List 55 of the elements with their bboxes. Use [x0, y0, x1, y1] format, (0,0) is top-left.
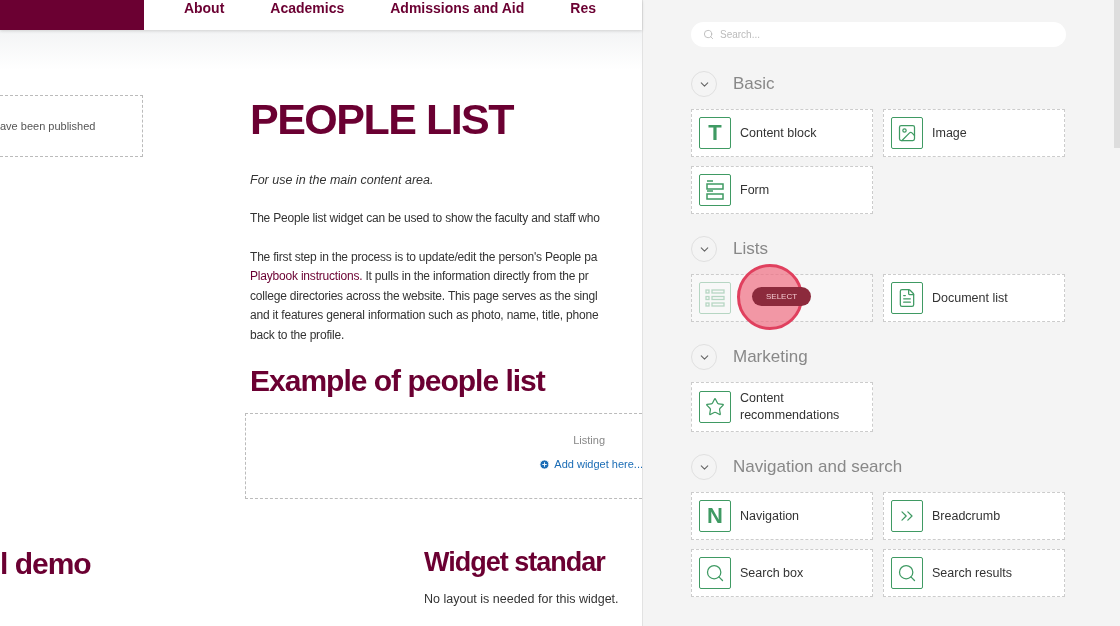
image-icon — [891, 117, 923, 149]
add-widget-link[interactable]: Add widget here... — [539, 458, 643, 470]
collapse-toggle[interactable] — [691, 236, 717, 262]
letter-icon: N — [699, 500, 731, 532]
section-title: Navigation and search — [733, 457, 903, 477]
zone-label: Listing — [573, 434, 605, 446]
section-heading: Widget standar — [424, 546, 607, 579]
letter-icon: T — [699, 117, 731, 149]
collapse-toggle[interactable] — [691, 454, 717, 480]
page-title: PEOPLE LIST — [250, 95, 514, 143]
search-icon — [703, 29, 714, 40]
paragraph: The first step in the process is to update/edit the person's People pa Playbook instructions. It pulls in the information directly from the pr college directories across the website. This page serves as the singl and it features general information such as photo, name, title, phone back to the profile. — [250, 248, 599, 344]
widget-card[interactable]: Document list — [883, 274, 1065, 322]
plus-icon — [539, 458, 551, 470]
widget-label: Navigation — [740, 507, 800, 525]
collapse-toggle[interactable] — [691, 344, 717, 370]
widget-card[interactable]: Form — [691, 166, 873, 214]
widget-label: Form — [740, 181, 770, 199]
section-heading: l demo — [0, 546, 92, 582]
widget-card[interactable]: Image — [883, 109, 1065, 157]
section-title: Marketing — [733, 347, 808, 367]
widget-card[interactable]: Search box — [691, 549, 873, 597]
select-button[interactable]: SELECT — [752, 287, 812, 306]
widget-label: Image — [932, 124, 967, 142]
nav-link[interactable]: About — [183, 0, 225, 16]
widget-card[interactable]: Breadcrumb — [883, 492, 1065, 540]
section-heading: Example of people list — [250, 363, 545, 399]
playbook-link[interactable]: Playbook instructions. — [250, 269, 363, 283]
collapse-toggle[interactable] — [691, 71, 717, 97]
widget-label: Document list — [932, 289, 1008, 307]
zone-text: ave been published — [0, 120, 96, 132]
nav-link[interactable]: Admissions and Aid — [390, 0, 525, 16]
intro-text: For use in the main content area. — [250, 173, 434, 187]
widget-card[interactable]: N Navigation — [691, 492, 873, 540]
widget-label: Breadcrumb — [932, 507, 1001, 525]
list-icon — [699, 282, 731, 314]
paragraph: The People list widget can be used to show the faculty and staff who — [250, 210, 600, 227]
widget-card[interactable]: Search results — [883, 549, 1065, 597]
section-title: Basic — [733, 74, 775, 94]
document-icon — [891, 282, 923, 314]
widget-label: Content block — [740, 124, 817, 142]
nav-link[interactable]: Academics — [270, 0, 345, 16]
form-icon — [699, 174, 731, 206]
widget-label: Search box — [740, 564, 804, 582]
body-text: No layout is needed for this widget. — [424, 592, 620, 606]
search-icon — [891, 557, 923, 589]
widget-label: Search results — [932, 564, 1012, 582]
widget-card[interactable]: Content recommendations — [691, 382, 873, 432]
section-title: Lists — [733, 239, 768, 259]
nav-link[interactable]: Res — [570, 0, 596, 16]
chevrons-icon — [891, 500, 923, 532]
search-field[interactable]: Search... — [691, 22, 1066, 47]
search-icon — [699, 557, 731, 589]
widget-card[interactable]: T Content block — [691, 109, 873, 157]
widget-label: Content recommendations — [740, 390, 841, 424]
